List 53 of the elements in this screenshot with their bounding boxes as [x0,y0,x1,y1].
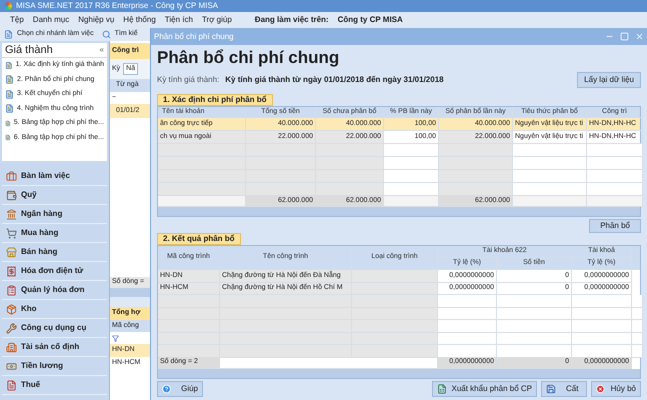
menu-item[interactable]: Danh mục [32,14,70,26]
menu-item[interactable]: Hệ thống [123,14,156,26]
document-icon [5,133,11,142]
building-icon [6,342,17,352]
document-icon [6,380,17,390]
clipboard-icon [6,284,17,296]
scrollbar[interactable] [110,288,150,297]
maximize-icon[interactable] [620,32,629,41]
collapse-button[interactable]: « [100,44,104,56]
banknote-icon [6,360,17,372]
document-icon [5,104,14,114]
box-icon [6,304,17,314]
spreadsheet-icon [437,384,448,394]
reload-button[interactable]: Lấy lại dữ liệu [577,72,641,88]
export-button[interactable]: Xuất khẩu phân bổ CP [432,381,537,398]
app-logo-icon [4,2,12,10]
cancel-button[interactable]: Hủy bỏ [591,381,641,398]
wallet-icon [6,190,17,200]
workspace-value: Công ty CP MISA [338,14,403,26]
menu-item[interactable]: Trợ giúp [202,14,232,26]
document-icon [5,60,13,70]
workspace-label: Đang làm việc trên: [254,14,329,26]
receipt-icon [6,266,17,276]
document-icon [5,75,14,84]
help-icon [162,384,172,394]
save-button[interactable]: Cất [541,381,587,398]
section-tab[interactable]: 2. Kết quả phân bổ [157,233,241,245]
filter-icon[interactable] [112,334,119,342]
close-icon[interactable] [635,32,644,41]
help-button[interactable]: Giúp [157,381,203,398]
cancel-icon [596,384,605,394]
bank-icon [6,208,17,220]
menu-item[interactable]: Nghiệp vụ [78,14,114,26]
sidebar-title: Giá thành [5,42,53,58]
dialog-heading: Phân bổ chi phí chung [157,47,340,70]
briefcase-icon [6,170,17,182]
dialog-title: Phân bổ chi phí chung [154,30,234,42]
section-tab[interactable]: 1. Xác định chi phí phân bổ [157,94,273,106]
period-value: Kỳ tính giá thành từ ngày 01/01/2018 đến ngày 31/01/2018 [225,74,444,86]
store-icon [6,246,17,258]
menu-item[interactable]: Tiện ích [164,14,193,26]
scrollbar[interactable] [158,207,640,216]
search-icon[interactable] [102,30,111,39]
document-icon [5,90,14,99]
menu-item[interactable]: Tệp [10,14,24,26]
document-icon [5,118,11,128]
save-icon [546,384,556,394]
wrench-icon [6,322,17,334]
cart-icon [6,228,17,238]
period-label: Kỳ tính giá thành: [157,74,220,86]
allocate-button[interactable]: Phân bổ [589,219,641,233]
document-icon[interactable] [4,30,13,39]
app-title: MISA SME.NET 2017 R36 Enterprise - Công ty CP MISA [16,0,218,12]
